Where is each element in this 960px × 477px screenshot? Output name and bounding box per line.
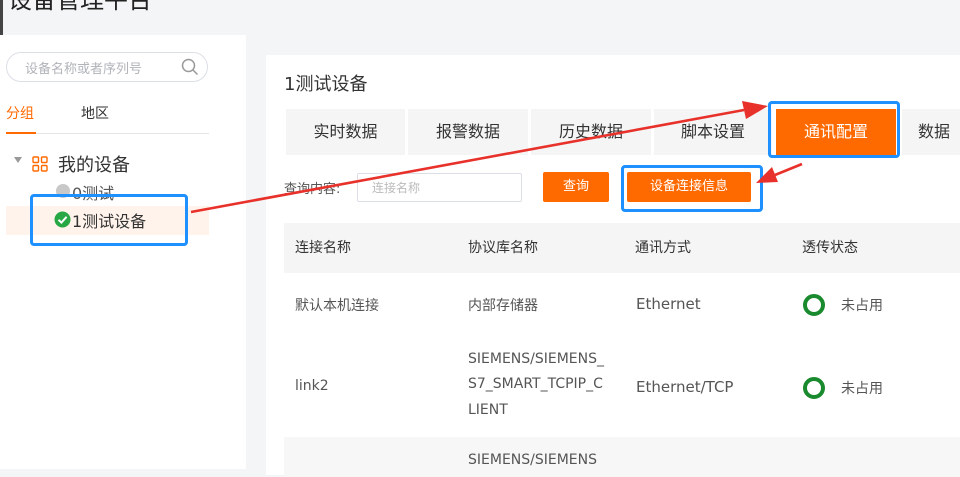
highlight-box-comm-config [768,101,900,158]
tab-data[interactable]: 数据 [902,109,960,155]
tab-history-data[interactable]: 历史数据 [531,109,651,155]
column-header: 连接名称 [295,240,351,256]
tab-script-settings[interactable]: 脚本设置 [654,109,772,155]
column-header: 协议库名称 [468,240,538,256]
table-row[interactable]: link2 SIEMENS/SIEMENS_ S7_SMART_TCPIP_C … [284,336,960,437]
tree-root-label: 我的设备 [58,155,130,176]
active-tab-underline [6,132,36,134]
caret-down-icon[interactable] [14,157,22,163]
table-header: 连接名称 协议库名称 通讯方式 透传状态 [284,223,960,273]
search-icon[interactable] [181,58,199,76]
device-group-icon [32,156,48,172]
query-label: 查询内容: [284,182,341,197]
comm-method: Ethernet [636,295,701,313]
device-title: 1测试设备 [284,74,368,95]
tab-alarm-data[interactable]: 报警数据 [408,109,528,155]
protocol-name: 内部存储器 [468,298,538,314]
page-title: 设备管理平台 [8,0,152,14]
highlight-box-selected-device [30,194,188,246]
sidebar-tabs: 分组 地区 [6,101,209,134]
protocol-name-line: SIEMENS/SIEMENS_ [468,351,605,367]
table-row[interactable]: 默认本机连接 内部存储器 Ethernet 未占用 [284,273,960,336]
status-ring-icon [803,294,825,316]
query-input[interactable] [357,173,522,202]
column-header: 透传状态 [802,240,858,256]
protocol-name-line: LIENT [468,402,508,418]
passthrough-status: 未占用 [841,381,883,397]
status-ring-icon [803,377,825,399]
sidebar-search[interactable] [6,52,208,82]
protocol-name-line: S7_SMART_TCPIP_C [468,376,603,392]
tree-root-my-devices[interactable]: 我的设备 [14,151,214,176]
protocol-name-line: SIEMENS/SIEMENS [468,452,598,468]
passthrough-status: 未占用 [841,298,883,314]
connection-name: link2 [295,378,329,394]
tab-region[interactable]: 地区 [81,103,109,123]
search-button[interactable]: 查询 [543,172,609,202]
search-input[interactable] [23,58,177,80]
connection-name: 默认本机连接 [295,298,379,314]
column-header: 通讯方式 [635,240,691,256]
highlight-box-connection-info [621,165,763,212]
tab-realtime-data[interactable]: 实时数据 [286,109,405,155]
comm-method: Ethernet/TCP [636,378,734,396]
tab-group[interactable]: 分组 [6,103,34,123]
sidebar: 分组 地区 我的设备 0测试 1测试设备 [0,35,246,469]
table-row[interactable]: SIEMENS/SIEMENS [284,437,960,477]
